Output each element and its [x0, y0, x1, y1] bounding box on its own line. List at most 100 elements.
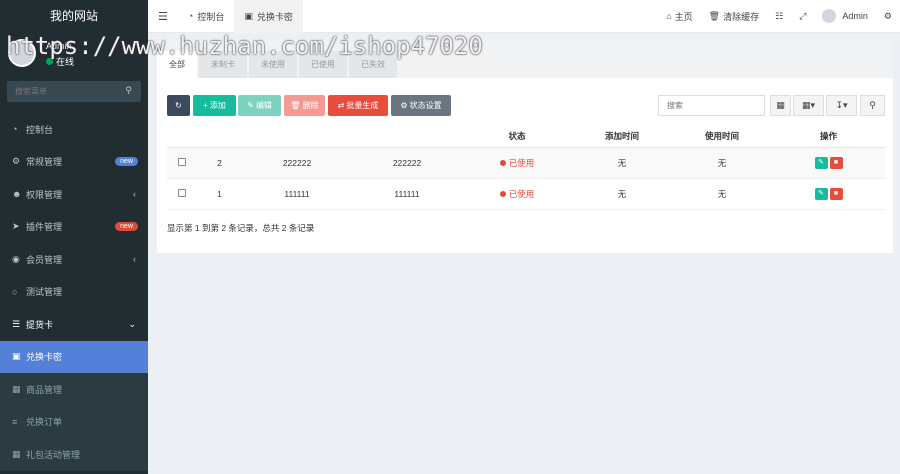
- tab-label: 控制台: [197, 11, 225, 22]
- gears-icon: ⚙: [883, 10, 892, 21]
- edit-row-button[interactable]: ✎: [814, 188, 828, 200]
- tab-unused[interactable]: 未使用: [249, 51, 297, 78]
- sidebar-item-goods[interactable]: ▦ 商品管理: [0, 373, 148, 406]
- status-label: 已使用: [508, 157, 535, 168]
- tab-label: 兑换卡密: [256, 11, 293, 22]
- tab-used[interactable]: 已使用: [299, 51, 347, 78]
- sidebar-item-redeem-card[interactable]: ▣ 兑换卡密: [0, 340, 148, 373]
- cell-actions: ✎ ■: [772, 147, 885, 179]
- status-label: 已使用: [508, 188, 535, 199]
- sidebar-item-label: 兑换卡密: [26, 352, 63, 363]
- sidebar-item-label: 插件管理: [26, 222, 63, 233]
- circle-icon: ○: [12, 286, 18, 297]
- sidebar-item-general[interactable]: ⚙ 常规管理 new: [0, 146, 148, 179]
- tab-redeem-card[interactable]: ▣ 兑换卡密: [234, 0, 303, 33]
- home-icon: ⌂: [666, 11, 672, 21]
- cell-card: 111111: [242, 178, 352, 210]
- chevron-down-icon: ⌄: [128, 318, 136, 329]
- trash-icon: 🗑: [708, 10, 721, 21]
- navbar-right: ⌂ 主页 🗑 清除缓存 ☷ ⤢ Admin ⚙: [658, 0, 900, 33]
- cell-id: 1: [197, 178, 242, 210]
- header-status[interactable]: 状态: [462, 125, 572, 148]
- table-icon: ▦: [776, 100, 785, 110]
- settings-button[interactable]: ⚙: [876, 0, 900, 33]
- building-icon: ▦: [12, 383, 21, 394]
- site-brand[interactable]: 我的网站: [0, 0, 148, 33]
- sidebar-menu: ◔ 控制台 ⚙ 常规管理 new ☻ 权限管理 ‹ ➤ 插件管理 new ◉ 会员管理 ‹ ○ 测试…: [0, 113, 148, 471]
- status-tabs: 全部 未制卡 未使用 已使用 已失效: [157, 41, 893, 78]
- sidebar-item-addon[interactable]: ➤ 插件管理 new: [0, 211, 148, 244]
- sidebar-item-gift[interactable]: ▦ 礼包活动管理: [0, 438, 148, 471]
- sidebar-item-label: 常规管理: [26, 157, 63, 168]
- clear-cache-label: 清除缓存: [723, 11, 760, 22]
- menu-search-input[interactable]: [7, 81, 117, 102]
- header-add-time[interactable]: 添加时间: [572, 125, 672, 148]
- delete-label: 删除: [302, 101, 319, 110]
- row-checkbox[interactable]: [178, 157, 186, 166]
- bars-icon: ☰: [158, 10, 168, 23]
- table-search-input[interactable]: [658, 95, 765, 116]
- top-navbar: ☰ ◔ 控制台 ▣ 兑换卡密 ⌂ 主页 🗑 清除缓存 ☷ ⤢ Admin ⚙: [148, 0, 900, 33]
- clear-cache-button[interactable]: 🗑 清除缓存: [701, 0, 767, 33]
- row-checkbox[interactable]: [178, 188, 186, 197]
- pagination-summary: 显示第 1 到第 2 条记录，总共 2 条记录: [167, 223, 315, 233]
- cell-add-time: 无: [572, 178, 672, 210]
- export-button[interactable]: ↧▾: [826, 95, 857, 116]
- table-toolbar: ↻ +添加 ✎编辑 🗑删除 ⇄批量生成 ⚙状态设置 ▦ ▦▾ ↧▾ ⚲: [167, 95, 885, 116]
- columns-button[interactable]: ▦▾: [793, 95, 824, 116]
- delete-button[interactable]: 🗑 删除: [284, 95, 325, 116]
- search-icon[interactable]: ⚲: [125, 85, 132, 96]
- sidebar-item-pickup-card[interactable]: ☰ 提货卡 ⌄: [0, 308, 148, 341]
- home-link[interactable]: ⌂ 主页: [658, 0, 700, 33]
- edit-button[interactable]: ✎ 编辑: [238, 95, 281, 116]
- new-badge: new: [115, 156, 138, 166]
- sidebar-item-dashboard[interactable]: ◔ 控制台: [0, 113, 148, 146]
- tab-not-made[interactable]: 未制卡: [199, 51, 247, 78]
- sidebar-item-auth[interactable]: ☻ 权限管理 ‹: [0, 178, 148, 211]
- cogs-icon: ⚙: [12, 156, 21, 167]
- header-use-time[interactable]: 使用时间: [672, 125, 772, 148]
- row-checkbox-cell[interactable]: [167, 178, 197, 210]
- rocket-icon: ➤: [12, 221, 20, 232]
- gear-icon: ⚙: [400, 101, 408, 110]
- batch-generate-button[interactable]: ⇄ 批量生成: [328, 95, 388, 116]
- columns-icon: ▦▾: [801, 100, 816, 110]
- header-id[interactable]: [197, 125, 242, 148]
- sidebar-item-test[interactable]: ○ 测试管理: [0, 276, 148, 309]
- sidebar-item-orders[interactable]: ≡ 兑换订单: [0, 405, 148, 438]
- header-password[interactable]: [352, 125, 462, 148]
- header-checkbox[interactable]: [167, 125, 197, 148]
- header-card[interactable]: [242, 125, 352, 148]
- edit-row-button[interactable]: ✎: [814, 157, 828, 169]
- sidebar-item-member[interactable]: ◉ 会员管理 ‹: [0, 243, 148, 276]
- avatar: [822, 9, 837, 23]
- pencil-icon: ✎: [247, 101, 254, 110]
- delete-row-button[interactable]: ■: [829, 188, 843, 200]
- tab-invalid[interactable]: 已失效: [349, 51, 397, 78]
- status-dot-icon: [499, 159, 506, 166]
- user-circle-icon: ◉: [12, 253, 20, 264]
- add-button[interactable]: + 添加: [193, 95, 236, 116]
- fullscreen-button[interactable]: ⤢: [791, 0, 814, 33]
- cell-card: 222222: [242, 147, 352, 179]
- sidebar-item-label: 提货卡: [26, 319, 54, 330]
- home-label: 主页: [674, 11, 693, 22]
- menu-toggle-button[interactable]: ☰: [148, 0, 178, 33]
- sidebar-item-label: 礼包活动管理: [26, 449, 81, 460]
- tab-dashboard[interactable]: ◔ 控制台: [178, 0, 234, 33]
- language-button[interactable]: ☷: [767, 0, 791, 33]
- cell-password: 111111: [352, 178, 462, 210]
- delete-row-button[interactable]: ■: [829, 157, 843, 169]
- trash-icon: 🗑: [290, 101, 301, 110]
- search-toggle-button[interactable]: ⚲: [860, 95, 885, 116]
- user-menu[interactable]: Admin: [814, 0, 876, 33]
- row-checkbox-cell[interactable]: [167, 147, 197, 179]
- sidebar-item-label: 商品管理: [26, 384, 63, 395]
- refresh-button[interactable]: ↻: [167, 95, 190, 116]
- user-menu-label: Admin: [842, 11, 868, 21]
- status-setting-button[interactable]: ⚙ 状态设置: [391, 95, 451, 116]
- pencil-icon: ✎: [818, 159, 824, 166]
- toggle-view-button[interactable]: ▦: [770, 95, 791, 116]
- tab-all[interactable]: 全部: [157, 51, 197, 78]
- language-icon: ☷: [775, 10, 784, 21]
